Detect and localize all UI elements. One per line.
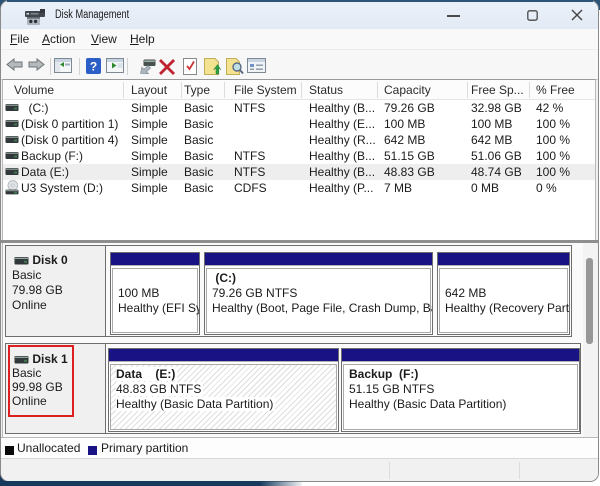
- svg-text:?: ?: [90, 60, 97, 74]
